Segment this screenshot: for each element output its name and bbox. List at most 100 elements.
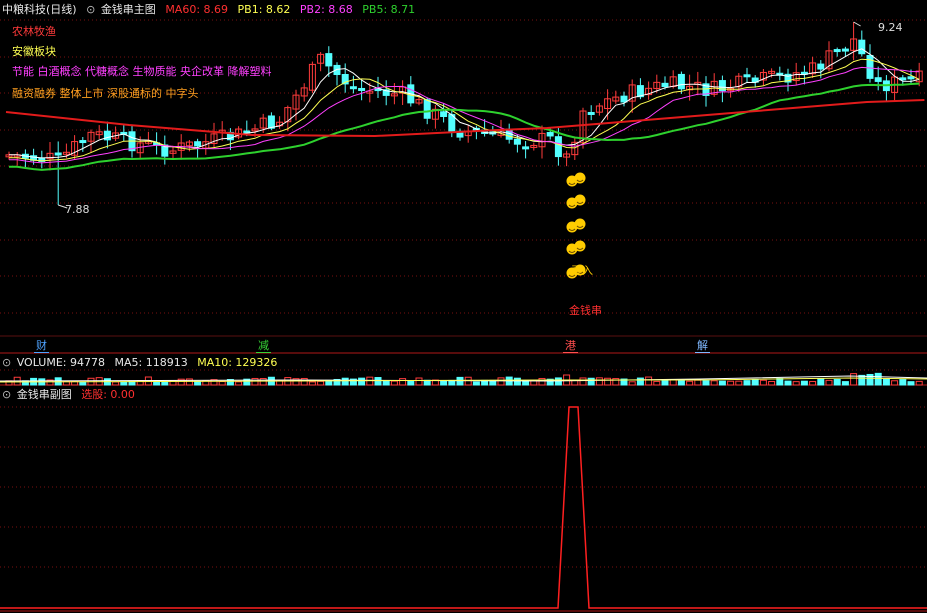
volume-bar — [415, 377, 423, 386]
ma60-value: MA60: 8.69 — [165, 3, 229, 16]
event-marker-finance[interactable]: 财 — [34, 340, 49, 353]
volume-bar — [784, 380, 792, 386]
volume-bar — [759, 379, 767, 386]
volume-bar — [710, 380, 718, 386]
volume-bar — [161, 381, 169, 386]
volume-bar — [259, 378, 267, 386]
event-marker-reduce[interactable]: 减 — [256, 340, 271, 353]
volume-bar — [850, 373, 858, 386]
volume-bar — [907, 381, 915, 386]
volume-bar — [899, 379, 907, 386]
volume-bar — [300, 377, 308, 386]
volume-bar — [579, 377, 587, 386]
candle-body — [841, 48, 849, 52]
volume-bar — [235, 381, 243, 386]
volume-bar — [382, 380, 390, 386]
candle-body — [546, 132, 554, 137]
candle-body — [358, 87, 366, 91]
volume-bar — [112, 381, 120, 386]
sector-line-3: 节能 白酒概念 代糖概念 生物质能 央企改革 降解塑料 — [12, 65, 272, 78]
volume-bar — [374, 377, 382, 386]
candle-body — [554, 136, 562, 158]
candle-body — [907, 76, 915, 80]
volume-ma10: MA10: 129326 — [197, 356, 278, 369]
volume-bar — [743, 380, 751, 386]
buy-signal-label: 买入 — [571, 264, 593, 277]
volume-bar — [825, 379, 833, 386]
volume-bar — [153, 381, 161, 386]
volume-bar — [915, 380, 923, 386]
volume-bar — [751, 379, 759, 386]
sub-indicator-value: 选股: 0.00 — [81, 388, 135, 401]
volume-bar — [841, 381, 849, 386]
signal-name-label: 金钱串 — [569, 304, 602, 317]
sector-line-2: 安徽板块 — [12, 45, 56, 58]
volume-bar — [440, 380, 448, 386]
candle-body — [349, 86, 357, 90]
volume-bar — [120, 381, 128, 386]
collapse-icon[interactable]: ⊙ — [86, 3, 95, 16]
sub-panel-header: ⊙ 金钱串副图 选股: 0.00 — [2, 387, 141, 403]
volume-bar — [776, 378, 784, 386]
volume-bar — [456, 376, 464, 386]
volume-bar — [251, 377, 259, 386]
volume-bar — [497, 377, 505, 386]
volume-bar — [702, 380, 710, 386]
volume-bar — [727, 380, 735, 386]
volume-value[interactable]: VOLUME: 94778 — [17, 356, 105, 369]
collapse-icon[interactable]: ⊙ — [2, 388, 11, 401]
volume-bar — [407, 380, 415, 386]
volume-bar — [669, 379, 677, 386]
volume-bar — [522, 380, 530, 386]
candle-body — [874, 77, 882, 82]
pb5-value: PB5: 8.71 — [362, 3, 416, 16]
sector-line-1: 农林牧渔 — [12, 25, 56, 38]
volume-bar — [390, 380, 398, 386]
candle-body — [866, 55, 874, 79]
volume-bar — [595, 377, 603, 386]
candle-body — [522, 146, 530, 150]
collapse-icon[interactable]: ⊙ — [2, 356, 11, 369]
high-price-label: 9.24 — [878, 21, 903, 34]
volume-bar — [800, 380, 808, 386]
candle-body — [513, 138, 521, 145]
volume-bar — [817, 378, 825, 386]
low-price-label: 7.88 — [65, 203, 90, 216]
candle-body — [194, 141, 202, 147]
volume-bar — [538, 377, 546, 386]
volume-bar — [399, 378, 407, 386]
event-marker-unlock[interactable]: 解 — [695, 340, 710, 353]
main-panel-header: 中粮科技(日线) ⊙ 金钱串主图 MA60: 8.69 PB1: 8.62 PB… — [2, 2, 421, 18]
volume-bar — [694, 379, 702, 386]
event-marker-hk[interactable]: 港 — [563, 340, 578, 353]
candle-body — [677, 73, 685, 90]
pb2-value: PB2: 8.68 — [299, 3, 353, 16]
volume-bar — [587, 377, 595, 386]
volume-bar — [194, 380, 202, 386]
candle-body — [79, 140, 87, 144]
volume-bar — [317, 380, 325, 386]
candle-body — [743, 74, 751, 78]
volume-bar — [358, 377, 366, 386]
volume-bar — [735, 380, 743, 386]
candle-body — [858, 39, 866, 55]
sector-line-4: 融资融券 整体上市 深股通标的 中字头 — [12, 87, 199, 100]
volume-bar — [645, 376, 653, 386]
candle-body — [440, 111, 448, 117]
volume-bar — [636, 377, 644, 386]
signal-spike-line — [0, 406, 927, 609]
sub-indicator-name[interactable]: 金钱串副图 — [17, 388, 72, 401]
ma60-line — [5, 99, 925, 138]
volume-bar — [513, 377, 521, 386]
candle-body — [661, 82, 669, 88]
volume-bar — [472, 381, 480, 386]
volume-ma5: MA5: 118913 — [114, 356, 188, 369]
pb1-value: PB1: 8.62 — [237, 3, 291, 16]
stock-title: 中粮科技(日线) — [2, 3, 77, 16]
volume-bar — [677, 379, 685, 386]
volume-bar — [882, 378, 890, 386]
volume-bar — [891, 380, 899, 386]
main-indicator-name[interactable]: 金钱串主图 — [101, 3, 156, 16]
volume-bar — [554, 377, 562, 386]
volume-bar — [341, 377, 349, 386]
